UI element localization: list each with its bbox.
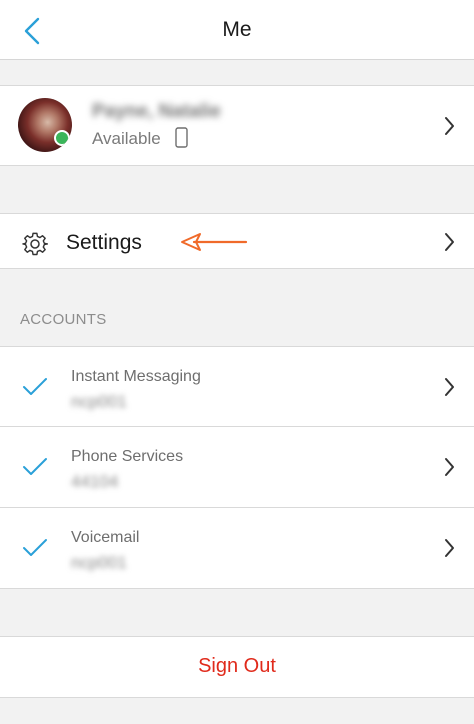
settings-label: Settings: [66, 231, 142, 254]
account-row-phone-services[interactable]: Phone Services 44104: [0, 427, 474, 508]
presence-status: Available: [92, 129, 161, 148]
chevron-right-icon: [445, 539, 454, 557]
presence-indicator: [54, 130, 70, 146]
chevron-right-icon: [445, 233, 454, 251]
chevron-right-icon: [445, 117, 454, 135]
account-title: Phone Services: [71, 448, 184, 465]
checkmark-icon: [23, 539, 47, 556]
mobile-phone-icon: [175, 127, 188, 148]
account-subtitle: ncp001: [71, 553, 127, 572]
account-row-instant-messaging[interactable]: Instant Messaging ncp001: [0, 346, 474, 427]
accounts-section-heading: ACCOUNTS: [20, 311, 107, 328]
settings-row[interactable]: Settings: [0, 213, 474, 269]
spacer-band: [0, 60, 474, 85]
account-subtitle: ncp001: [71, 392, 127, 411]
page-title: Me: [222, 18, 252, 41]
sign-out-row[interactable]: Sign Out: [0, 636, 474, 698]
chevron-right-icon: [445, 378, 454, 396]
account-row-voicemail[interactable]: Voicemail ncp001: [0, 508, 474, 589]
checkmark-icon: [23, 458, 47, 475]
spacer-band: [0, 166, 474, 213]
spacer-band: [0, 589, 474, 636]
checkmark-icon: [23, 378, 47, 395]
profile-name: Payne, Natalie: [92, 101, 221, 122]
navigation-bar: Me: [0, 0, 474, 60]
chevron-right-icon: [445, 458, 454, 476]
arrow-left-annotation-icon: [181, 233, 248, 251]
profile-row[interactable]: Payne, Natalie Available: [0, 85, 474, 166]
accounts-section: [0, 269, 474, 346]
account-title: Instant Messaging: [71, 368, 201, 385]
account-subtitle: 44104: [71, 472, 119, 491]
sign-out-button[interactable]: Sign Out: [0, 655, 474, 678]
gear-icon: [22, 232, 48, 256]
account-title: Voicemail: [71, 529, 140, 546]
avatar: [18, 98, 72, 152]
spacer-band: [0, 698, 474, 724]
